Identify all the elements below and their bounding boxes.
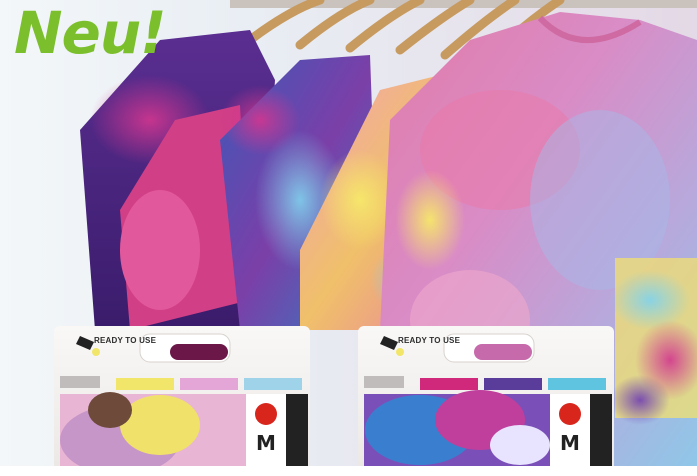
new-badge-headline: Neu! bbox=[14, 0, 167, 67]
package-left-overlay: READY TO USE bbox=[54, 326, 310, 476]
package-left-tag: READY TO USE bbox=[94, 336, 157, 345]
package-right-overlay: READY TO USE bbox=[358, 326, 614, 476]
package-right-tag: READY TO USE bbox=[398, 336, 461, 345]
